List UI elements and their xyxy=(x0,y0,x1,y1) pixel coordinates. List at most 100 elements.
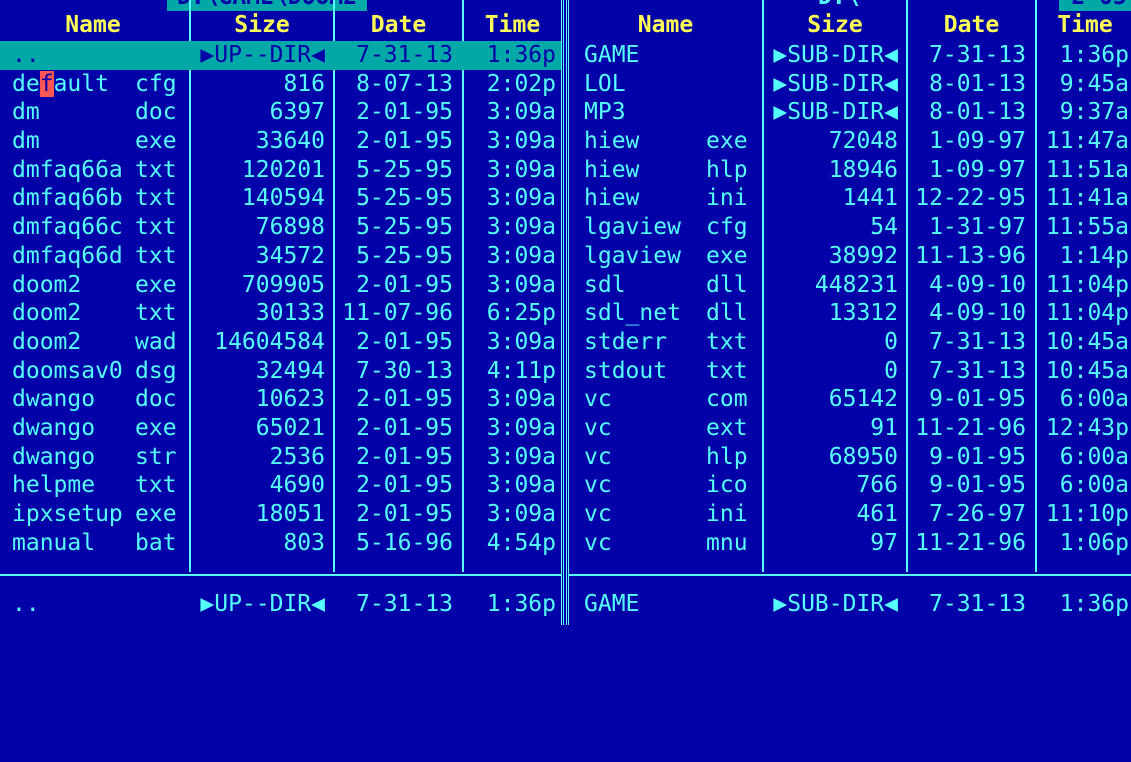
file-extension: exe xyxy=(135,501,177,527)
file-row[interactable]: hiew exe 72048 1-09-97 11:47a xyxy=(569,127,1131,156)
file-row[interactable]: doomsav0 dsg 32494 7-30-13 4:11p xyxy=(0,357,561,386)
file-name: hiew xyxy=(584,128,640,155)
file-row[interactable]: dwango doc 10623 2-01-95 3:09a xyxy=(0,385,561,414)
file-row[interactable]: doom2 txt 30133 11-07-96 6:25p xyxy=(0,299,561,328)
file-date: 4-09-10 xyxy=(929,300,1026,327)
file-date: 8-01-13 xyxy=(929,99,1026,126)
file-row[interactable]: lgaview cfg 54 1-31-97 11:55a xyxy=(569,213,1131,242)
column-header-time[interactable]: Time xyxy=(1037,10,1131,40)
file-row[interactable]: ipxsetup exe 18051 2-01-95 3:09a xyxy=(0,500,561,529)
file-row[interactable]: default cfg 816 8-07-13 2:02p xyxy=(0,70,561,99)
column-header-size[interactable]: Size xyxy=(191,10,333,40)
file-row[interactable]: LOL ▶SUB-DIR◀ 8-01-13 9:45a xyxy=(569,70,1131,99)
column-header-date[interactable]: Date xyxy=(335,10,462,40)
file-size: 6397 xyxy=(269,99,325,126)
file-date: 11-21-96 xyxy=(915,414,1026,441)
column-header-name[interactable]: Name xyxy=(0,10,189,40)
file-date: 9-01-95 xyxy=(929,443,1026,470)
left-file-list[interactable]: .. ▶UP--DIR◀ 7-31-13 1:36p default cfg 816 8-07… xyxy=(0,41,561,557)
file-name: hiew xyxy=(584,156,640,183)
file-extension: ini xyxy=(706,185,748,212)
file-name: vc xyxy=(584,472,612,499)
file-row[interactable]: dm doc 6397 2-01-95 3:09a xyxy=(0,98,561,127)
file-name: dmfaq66d xyxy=(12,242,123,269)
file-time: 2:02p xyxy=(486,70,556,97)
file-row[interactable]: dmfaq66b txt 140594 5-25-95 3:09a xyxy=(0,184,561,213)
file-name: vc xyxy=(584,529,612,556)
file-extension: com xyxy=(706,386,748,413)
file-row[interactable]: helpme txt 4690 2-01-95 3:09a xyxy=(0,471,561,500)
file-time: 3:09a xyxy=(486,214,556,241)
file-name: doom2 xyxy=(12,328,82,355)
file-row[interactable]: lgaview exe 38992 11-13-96 1:14p xyxy=(569,242,1131,271)
status-time: 1:36p xyxy=(486,591,556,617)
file-time: 3:09a xyxy=(486,99,556,126)
file-row[interactable]: dmfaq66d txt 34572 5-25-95 3:09a xyxy=(0,242,561,271)
file-row[interactable]: dmfaq66a txt 120201 5-25-95 3:09a xyxy=(0,156,561,185)
file-time: 3:09a xyxy=(486,501,556,527)
file-size: 448231 xyxy=(814,271,898,298)
column-header-time[interactable]: Time xyxy=(464,10,561,40)
file-time: 3:09a xyxy=(486,472,556,499)
file-size: 14604584 xyxy=(214,328,325,355)
file-row[interactable]: doom2 wad 14604584 2-01-95 3:09a xyxy=(0,328,561,357)
file-size: 32494 xyxy=(255,357,325,384)
file-date: 5-25-95 xyxy=(356,185,453,212)
right-file-list[interactable]: GAME ▶SUB-DIR◀ 7-31-13 1:36p LOL ▶SUB-DIR◀ 8-0… xyxy=(569,41,1131,557)
column-header-date[interactable]: Date xyxy=(908,10,1035,40)
file-row[interactable]: sdl_net dll 13312 4-09-10 11:04p xyxy=(569,299,1131,328)
file-time: 11:04p xyxy=(1045,271,1129,298)
file-row[interactable]: dm exe 33640 2-01-95 3:09a xyxy=(0,127,561,156)
file-name: GAME xyxy=(584,42,640,68)
status-name: GAME xyxy=(584,591,640,617)
file-name: lgaview xyxy=(584,214,681,241)
file-row[interactable]: stderr txt 0 7-31-13 10:45a xyxy=(569,328,1131,357)
file-name: helpme xyxy=(12,472,96,499)
file-size: 91 xyxy=(870,414,898,441)
file-row[interactable]: vc hlp 68950 9-01-95 6:00a xyxy=(569,443,1131,472)
file-row[interactable]: vc ext 91 11-21-96 12:43p xyxy=(569,414,1131,443)
left-file-panel[interactable]: D:\GAME\DOOM2 Name Size Date Time ..▶UP-… xyxy=(0,0,564,625)
file-row-selected[interactable]: .. ▶UP--DIR◀ 7-31-13 1:36p xyxy=(0,41,561,70)
file-name: sdl xyxy=(584,271,626,298)
file-row[interactable]: hiew hlp 18946 1-09-97 11:51a xyxy=(569,156,1131,185)
file-row[interactable]: dmfaq66c txt 76898 5-25-95 3:09a xyxy=(0,213,561,242)
left-status-bar: .. ▶UP--DIR◀ 7-31-13 1:36p xyxy=(0,574,561,627)
file-time: 11:51a xyxy=(1045,156,1129,183)
file-row[interactable]: vc ini 461 7-26-97 11:10p xyxy=(569,500,1131,529)
file-row[interactable]: stdout txt 0 7-31-13 10:45a xyxy=(569,357,1131,386)
file-date: 2-01-95 xyxy=(356,128,453,155)
file-row[interactable]: vc ico 766 9-01-95 6:00a xyxy=(569,471,1131,500)
file-row[interactable]: sdl dll 448231 4-09-10 11:04p xyxy=(569,271,1131,300)
file-time: 11:47a xyxy=(1045,128,1129,155)
file-row[interactable]: hiew ini 1441 12-22-95 11:41a xyxy=(569,184,1131,213)
column-header-size[interactable]: Size xyxy=(764,10,906,40)
file-time: 11:41a xyxy=(1045,185,1129,212)
right-file-panel[interactable]: D:\ 2-05 Name Size Date Time GAME▶SUB-DI… xyxy=(566,0,1131,625)
file-name: lgaview xyxy=(584,242,681,269)
file-time: 11:55a xyxy=(1045,214,1129,241)
file-row[interactable]: manual bat 803 5-16-96 4:54p xyxy=(0,529,561,558)
file-row[interactable]: MP3 ▶SUB-DIR◀ 8-01-13 9:37a xyxy=(569,98,1131,127)
file-date: 1-31-97 xyxy=(929,214,1026,241)
file-row[interactable]: vc mnu 97 11-21-96 1:06p xyxy=(569,529,1131,558)
file-extension: wad xyxy=(135,328,177,355)
file-time: 9:45a xyxy=(1059,70,1129,97)
file-name: vc xyxy=(584,443,612,470)
file-row[interactable]: vc com 65142 9-01-95 6:00a xyxy=(569,385,1131,414)
file-size: 65142 xyxy=(828,386,898,413)
file-time: 10:45a xyxy=(1045,357,1129,384)
file-row[interactable]: dwango exe 65021 2-01-95 3:09a xyxy=(0,414,561,443)
file-row[interactable]: dwango str 2536 2-01-95 3:09a xyxy=(0,443,561,472)
file-size: 0 xyxy=(884,328,898,355)
column-header-name[interactable]: Name xyxy=(569,10,762,40)
file-time: 6:00a xyxy=(1059,472,1129,499)
file-row[interactable]: GAME ▶SUB-DIR◀ 7-31-13 1:36p xyxy=(569,41,1131,70)
file-time: 10:45a xyxy=(1045,328,1129,355)
file-extension: exe xyxy=(706,128,748,155)
file-extension: cfg xyxy=(135,70,177,97)
file-time: 3:09a xyxy=(486,242,556,269)
file-size: 816 xyxy=(283,70,325,97)
file-row[interactable]: doom2 exe 709905 2-01-95 3:09a xyxy=(0,271,561,300)
file-extension: exe xyxy=(706,242,748,269)
